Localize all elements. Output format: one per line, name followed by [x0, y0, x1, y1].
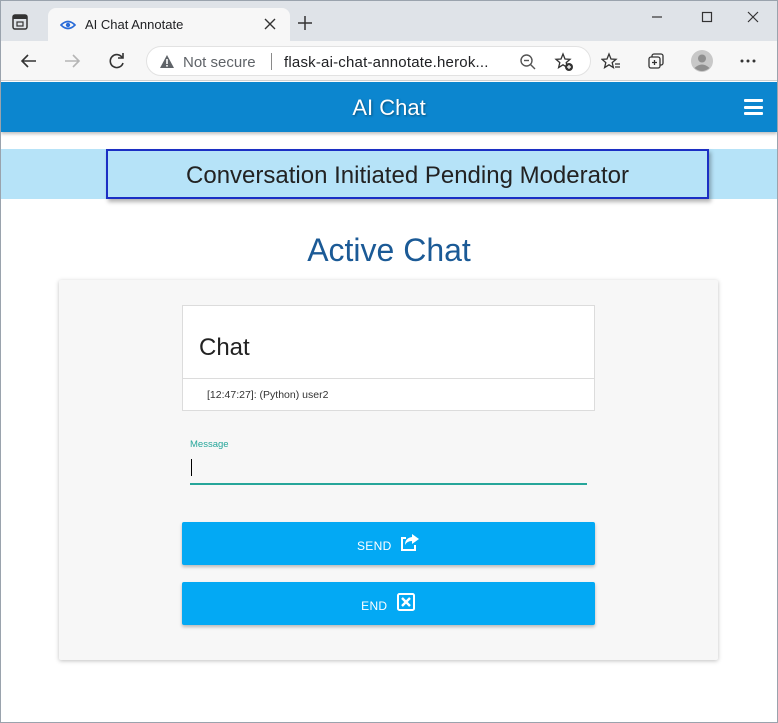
chat-title: Chat — [199, 334, 250, 361]
tab-actions-icon[interactable] — [11, 13, 29, 31]
end-button-label: END — [361, 599, 388, 613]
end-button[interactable]: END — [182, 582, 595, 625]
browser-window: AI Chat Annotate Not secure flask-ai-cha… — [0, 0, 778, 723]
collections-icon[interactable] — [646, 51, 666, 71]
text-caret — [191, 459, 192, 476]
share-square-icon — [401, 534, 419, 551]
profile-avatar-icon[interactable] — [691, 50, 713, 72]
status-banner: Conversation Initiated Pending Moderator — [1, 149, 777, 199]
address-separator — [271, 53, 272, 70]
favorites-icon[interactable] — [601, 51, 621, 71]
warning-icon[interactable] — [159, 54, 175, 70]
tab-title: AI Chat Annotate — [85, 17, 184, 32]
forward-icon[interactable] — [62, 51, 82, 71]
app-title[interactable]: AI Chat — [1, 95, 777, 121]
chat-message: [12:47:27]: (Python) user2 — [207, 389, 329, 401]
browser-tab[interactable]: AI Chat Annotate — [48, 8, 290, 41]
browser-titlebar: AI Chat Annotate — [1, 1, 777, 41]
chat-divider — [183, 378, 594, 379]
app-header: AI Chat — [1, 82, 777, 132]
back-icon[interactable] — [19, 51, 39, 71]
message-field-label: Message — [190, 439, 229, 450]
site-favicon-icon — [60, 20, 76, 30]
more-menu-icon[interactable] — [738, 51, 758, 71]
zoom-out-icon[interactable] — [519, 53, 537, 71]
url-text[interactable]: flask-ai-chat-annotate.herok... — [284, 54, 489, 71]
tab-close-icon[interactable] — [263, 17, 277, 31]
chat-panel: Chat [12:47:27]: (Python) user2 — [182, 305, 595, 411]
message-input[interactable] — [190, 454, 587, 485]
close-window-icon[interactable] — [743, 9, 763, 25]
minimize-icon[interactable] — [647, 9, 667, 25]
not-secure-label[interactable]: Not secure — [183, 54, 256, 71]
send-button[interactable]: SEND — [182, 522, 595, 565]
status-text: Conversation Initiated Pending Moderator — [186, 162, 629, 189]
address-bar[interactable]: Not secure flask-ai-chat-annotate.herok.… — [146, 46, 591, 76]
send-button-label: SEND — [357, 539, 392, 553]
hamburger-menu-icon[interactable] — [744, 99, 763, 115]
status-box: Conversation Initiated Pending Moderator — [106, 149, 709, 199]
new-tab-icon[interactable] — [297, 15, 313, 31]
close-box-icon — [396, 593, 415, 611]
add-favorite-icon[interactable] — [554, 52, 574, 72]
page-title: Active Chat — [307, 232, 471, 268]
refresh-icon[interactable] — [107, 51, 127, 71]
maximize-icon[interactable] — [697, 9, 717, 25]
chat-card: Chat [12:47:27]: (Python) user2 Message … — [59, 280, 718, 660]
browser-toolbar: Not secure flask-ai-chat-annotate.herok.… — [1, 41, 777, 81]
